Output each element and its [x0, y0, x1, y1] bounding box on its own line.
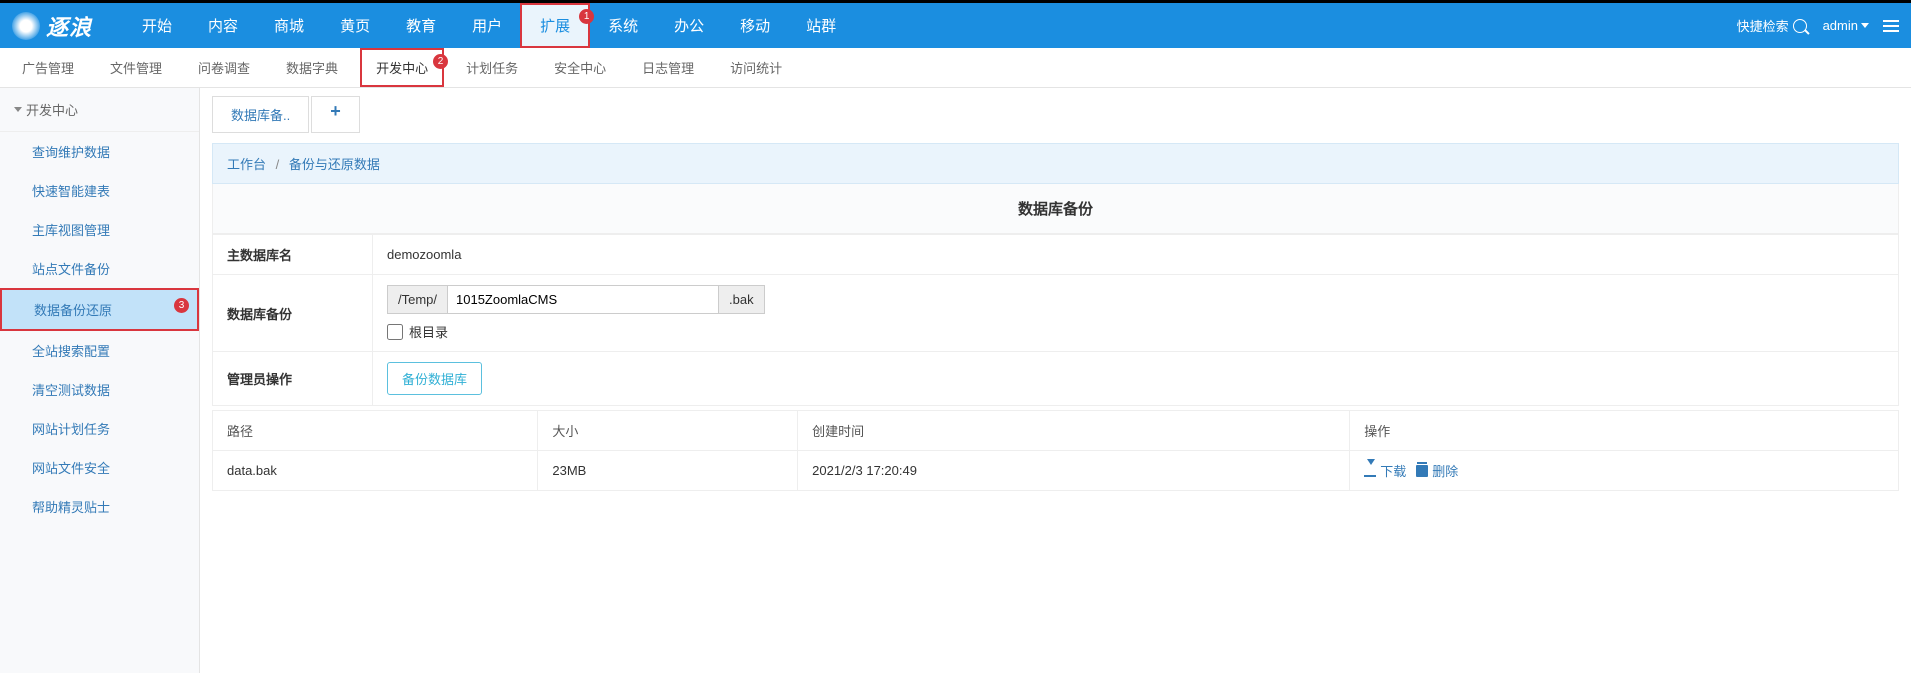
- subnav-item-7[interactable]: 日志管理: [628, 50, 708, 85]
- topnav-item-5[interactable]: 用户: [454, 3, 520, 48]
- subnav-item-0[interactable]: 广告管理: [8, 50, 88, 85]
- topnav-item-4[interactable]: 教育: [388, 3, 454, 48]
- root-dir-label: 根目录: [409, 322, 448, 341]
- hamburger-icon[interactable]: [1883, 20, 1899, 32]
- subnav-item-1[interactable]: 文件管理: [96, 50, 176, 85]
- sidebar-item-7[interactable]: 网站计划任务: [0, 409, 199, 448]
- chevron-down-icon: [1861, 23, 1869, 28]
- annotation-badge-2: 2: [433, 54, 448, 69]
- db-name-value: demozoomla: [373, 235, 1899, 275]
- topnav-item-2[interactable]: 商城: [256, 3, 322, 48]
- topnav-item-8[interactable]: 办公: [656, 3, 722, 48]
- breadcrumb-separator: /: [276, 157, 280, 172]
- backup-label: 数据库备份: [213, 275, 373, 352]
- panel-title: 数据库备份: [212, 184, 1899, 234]
- topnav-item-10[interactable]: 站群: [788, 3, 854, 48]
- breadcrumb: 工作台 / 备份与还原数据: [212, 143, 1899, 184]
- tabs: 数据库备.. +: [212, 96, 1899, 133]
- backup-filename-input[interactable]: [448, 285, 718, 314]
- cell-size: 23MB: [538, 451, 798, 491]
- logo[interactable]: 逐浪: [0, 10, 104, 42]
- form-table: 主数据库名 demozoomla 数据库备份 /Temp/ .bak 根目录: [212, 234, 1899, 406]
- quick-search-label: 快捷检索: [1737, 16, 1789, 35]
- path-suffix: .bak: [718, 285, 765, 314]
- topnav-item-9[interactable]: 移动: [722, 3, 788, 48]
- breadcrumb-current: 备份与还原数据: [289, 157, 380, 172]
- cell-created: 2021/2/3 17:20:49: [798, 451, 1350, 491]
- trash-icon: [1416, 465, 1428, 477]
- download-icon: [1364, 465, 1376, 477]
- top-bar: 逐浪 开始内容商城黄页教育用户扩展1系统办公移动站群 快捷检索 admin: [0, 0, 1911, 48]
- tab-db-backup[interactable]: 数据库备..: [212, 96, 309, 133]
- subnav-item-5[interactable]: 计划任务: [452, 50, 532, 85]
- delete-link[interactable]: 删除: [1416, 461, 1458, 480]
- sidebar-item-3[interactable]: 站点文件备份: [0, 249, 199, 288]
- root-dir-checkbox[interactable]: [387, 324, 403, 340]
- col-actions: 操作: [1350, 411, 1899, 451]
- subnav-item-3[interactable]: 数据字典: [272, 50, 352, 85]
- logo-text: 逐浪: [46, 10, 92, 42]
- topnav-item-1[interactable]: 内容: [190, 3, 256, 48]
- col-size: 大小: [538, 411, 798, 451]
- breadcrumb-workbench[interactable]: 工作台: [227, 157, 266, 172]
- admin-op-label: 管理员操作: [213, 352, 373, 406]
- top-nav: 开始内容商城黄页教育用户扩展1系统办公移动站群: [124, 3, 854, 48]
- quick-search[interactable]: 快捷检索: [1737, 16, 1807, 35]
- admin-label: admin: [1823, 18, 1858, 33]
- sidebar: 开发中心 查询维护数据快速智能建表主库视图管理站点文件备份数据备份还原3全站搜索…: [0, 88, 200, 673]
- table-row: data.bak23MB2021/2/3 17:20:49下载删除: [213, 451, 1899, 491]
- annotation-badge-3: 3: [174, 298, 189, 313]
- sidebar-item-1[interactable]: 快速智能建表: [0, 171, 199, 210]
- logo-icon: [12, 12, 40, 40]
- topnav-item-6[interactable]: 扩展1: [520, 3, 590, 48]
- topnav-item-3[interactable]: 黄页: [322, 3, 388, 48]
- backup-list-table: 路径 大小 创建时间 操作 data.bak23MB2021/2/3 17:20…: [212, 410, 1899, 491]
- top-right: 快捷检索 admin: [1737, 16, 1911, 35]
- sidebar-item-0[interactable]: 查询维护数据: [0, 132, 199, 171]
- cell-actions: 下载删除: [1350, 451, 1899, 491]
- search-icon: [1793, 19, 1807, 33]
- sidebar-item-5[interactable]: 全站搜索配置: [0, 331, 199, 370]
- col-created: 创建时间: [798, 411, 1350, 451]
- subnav-item-2[interactable]: 问卷调查: [184, 50, 264, 85]
- topnav-item-0[interactable]: 开始: [124, 3, 190, 48]
- sub-nav: 广告管理文件管理问卷调查数据字典开发中心2计划任务安全中心日志管理访问统计: [0, 48, 1911, 88]
- sidebar-item-9[interactable]: 帮助精灵贴士: [0, 487, 199, 526]
- sidebar-item-8[interactable]: 网站文件安全: [0, 448, 199, 487]
- sidebar-head[interactable]: 开发中心: [0, 88, 199, 132]
- sidebar-head-label: 开发中心: [26, 100, 78, 119]
- db-name-label: 主数据库名: [213, 235, 373, 275]
- subnav-item-6[interactable]: 安全中心: [540, 50, 620, 85]
- sidebar-item-6[interactable]: 清空测试数据: [0, 370, 199, 409]
- cell-path: data.bak: [213, 451, 538, 491]
- admin-dropdown[interactable]: admin: [1823, 18, 1869, 33]
- subnav-item-8[interactable]: 访问统计: [716, 50, 796, 85]
- backup-filename-group: /Temp/ .bak: [387, 285, 1884, 314]
- path-prefix: /Temp/: [387, 285, 448, 314]
- tab-add[interactable]: +: [311, 96, 360, 133]
- chevron-down-icon: [14, 107, 22, 112]
- subnav-item-4[interactable]: 开发中心2: [360, 48, 444, 87]
- col-path: 路径: [213, 411, 538, 451]
- backup-db-button[interactable]: 备份数据库: [387, 362, 482, 395]
- download-link[interactable]: 下载: [1364, 461, 1406, 480]
- sidebar-item-4[interactable]: 数据备份还原3: [0, 288, 199, 331]
- topnav-item-7[interactable]: 系统: [590, 3, 656, 48]
- sidebar-item-2[interactable]: 主库视图管理: [0, 210, 199, 249]
- main-content: 数据库备.. + 工作台 / 备份与还原数据 数据库备份 主数据库名 demoz…: [200, 88, 1911, 673]
